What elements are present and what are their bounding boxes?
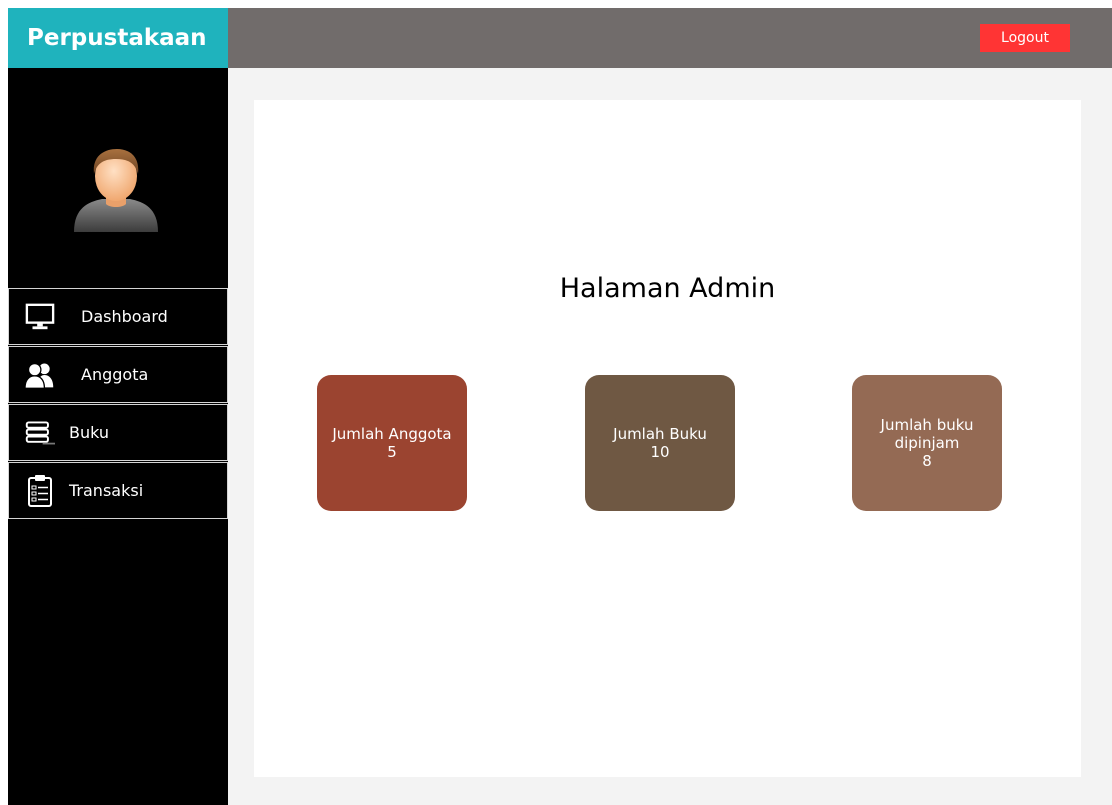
- stat-card-value: 8: [922, 452, 932, 470]
- users-icon: [25, 360, 55, 390]
- stat-card-value: 5: [387, 443, 397, 461]
- logout-button[interactable]: Logout: [980, 24, 1070, 52]
- top-bar: Logout: [228, 8, 1112, 68]
- page-title: Halaman Admin: [559, 273, 776, 304]
- stat-card-value: 10: [650, 443, 670, 461]
- stat-card-label: Jumlah Buku: [613, 425, 707, 443]
- stat-card-anggota: Jumlah Anggota 5: [317, 375, 467, 511]
- stat-card-dipinjam: Jumlah buku dipinjam 8: [852, 375, 1002, 511]
- sidebar: Dashboard Anggota Buku Transaksi: [8, 68, 228, 805]
- main-panel: Halaman Admin Jumlah Anggota 5 Jumlah Bu…: [254, 100, 1081, 777]
- sidebar-item-buku[interactable]: Buku: [8, 404, 228, 461]
- sidebar-item-label: Buku: [69, 423, 110, 442]
- sidebar-item-label: Anggota: [81, 365, 149, 384]
- stat-card-label: Jumlah Anggota: [332, 425, 452, 443]
- stat-card-buku: Jumlah Buku 10: [585, 375, 735, 511]
- stat-card-label: Jumlah buku dipinjam: [880, 416, 974, 452]
- user-avatar-icon: [74, 149, 158, 232]
- app-title: Perpustakaan: [8, 8, 228, 68]
- monitor-icon: [25, 302, 55, 332]
- sidebar-item-anggota[interactable]: Anggota: [8, 346, 228, 403]
- books-icon: [25, 418, 55, 448]
- sidebar-item-label: Transaksi: [69, 481, 144, 500]
- clipboard-list-icon: [25, 474, 55, 507]
- sidebar-item-label: Dashboard: [81, 307, 168, 326]
- sidebar-item-transaksi[interactable]: Transaksi: [8, 462, 228, 519]
- sidebar-item-dashboard[interactable]: Dashboard: [8, 288, 228, 345]
